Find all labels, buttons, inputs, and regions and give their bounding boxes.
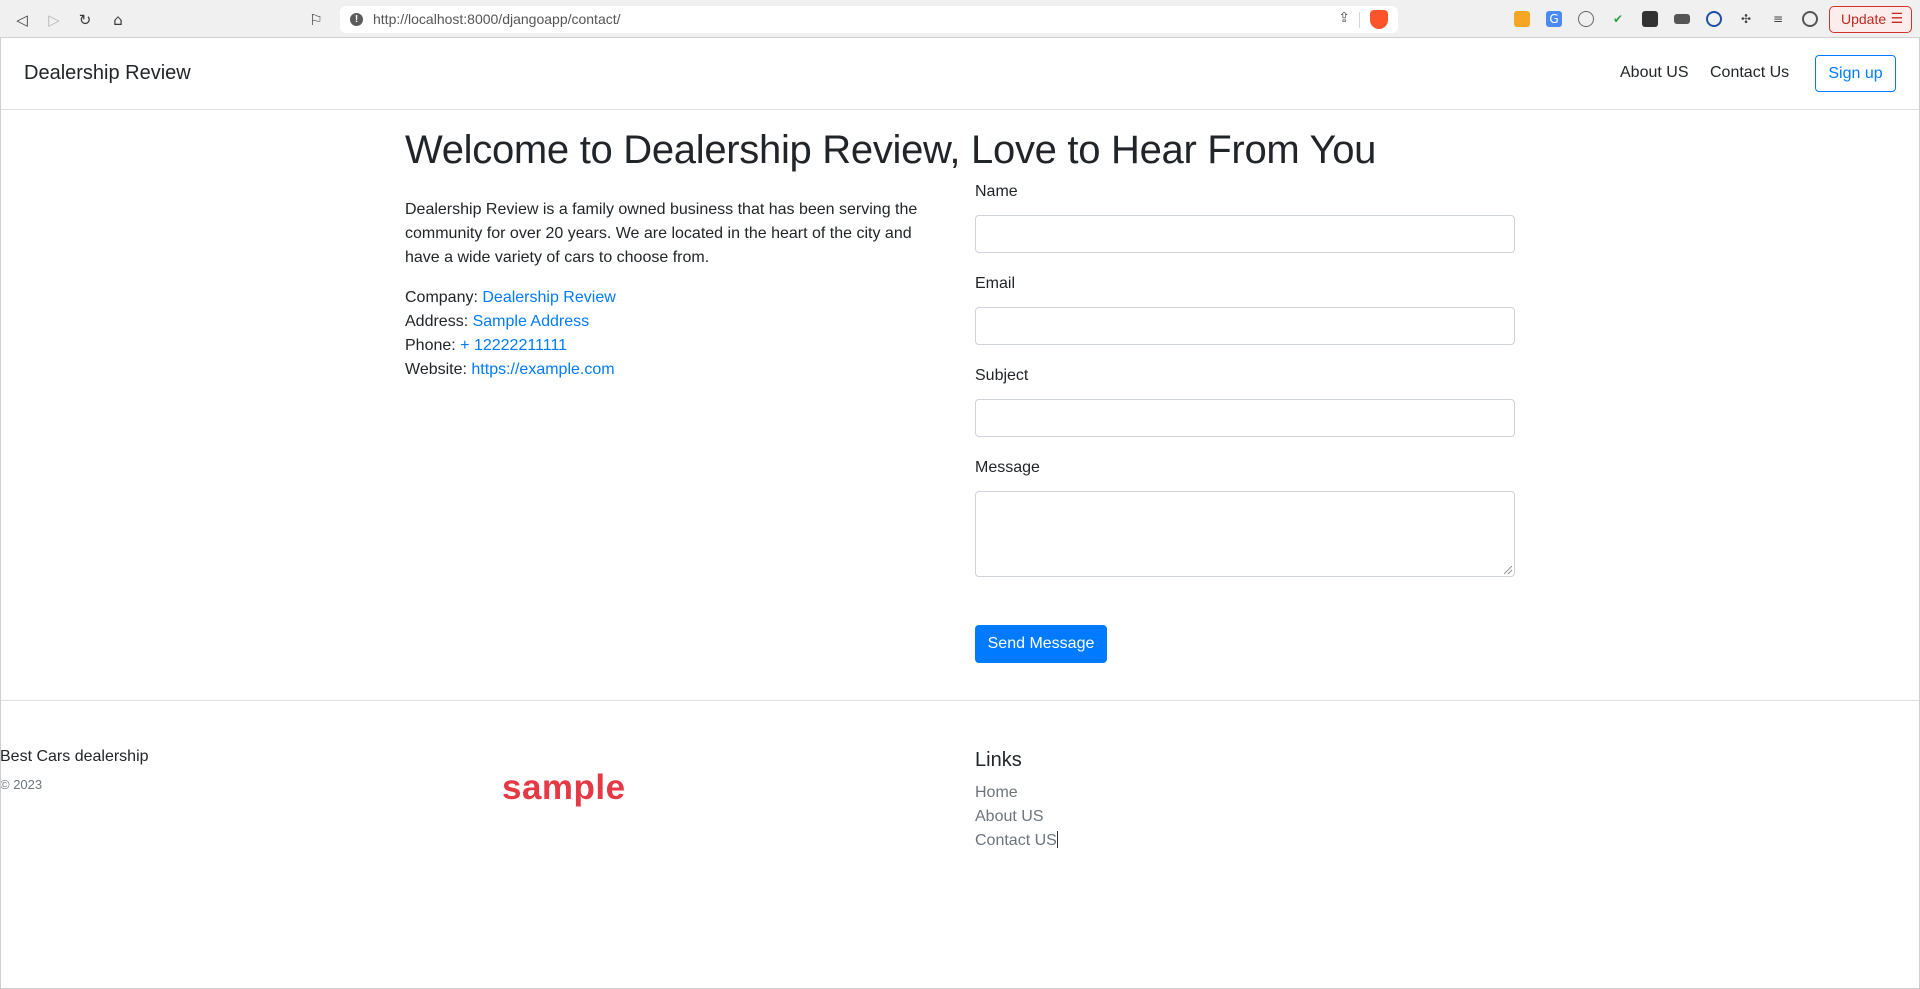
forward-icon: ▷ bbox=[48, 11, 60, 29]
extension-translate-icon[interactable]: G bbox=[1546, 11, 1562, 27]
site-info-icon[interactable]: ! bbox=[350, 13, 363, 26]
extension-password-icon[interactable] bbox=[1706, 11, 1722, 27]
contact-form: Name Email Subject Message Send Message bbox=[975, 183, 1515, 663]
sample-logo: sample bbox=[502, 768, 626, 807]
reload-icon[interactable]: ↻ bbox=[73, 8, 97, 32]
footer-copyright: © 2023 bbox=[0, 777, 43, 792]
email-label: Email bbox=[975, 275, 1016, 292]
footer-link-contact[interactable]: Contact US bbox=[975, 829, 1058, 853]
bookmark-icon[interactable]: ⚐ bbox=[304, 8, 328, 32]
signup-button[interactable]: Sign up bbox=[1815, 55, 1896, 92]
message-label: Message bbox=[975, 459, 1040, 476]
resize-handle-icon[interactable] bbox=[1504, 566, 1512, 574]
profile-icon[interactable] bbox=[1802, 11, 1818, 27]
address-label: Address: bbox=[405, 313, 473, 330]
footer-links: Home About US Contact US bbox=[975, 781, 1058, 853]
subject-label: Subject bbox=[975, 367, 1029, 384]
page-title: Welcome to Dealership Review, Love to He… bbox=[405, 128, 1377, 172]
update-label: Update bbox=[1841, 11, 1887, 27]
footer-link-about[interactable]: About US bbox=[975, 805, 1058, 829]
text-cursor bbox=[1056, 831, 1058, 848]
share-icon[interactable]: ⇪ bbox=[1338, 10, 1350, 26]
website-link[interactable]: https://example.com bbox=[471, 361, 614, 378]
phone-link[interactable]: + 12222211111 bbox=[460, 337, 567, 354]
message-textarea[interactable] bbox=[975, 491, 1515, 577]
extension-circle-icon[interactable] bbox=[1578, 11, 1594, 27]
address-bar[interactable]: ! http://localhost:8000/djangoapp/contac… bbox=[340, 6, 1398, 33]
extension-tag-icon[interactable] bbox=[1674, 14, 1690, 24]
playlist-icon[interactable]: ≡ bbox=[1770, 11, 1786, 27]
browser-toolbar: ◁ ▷ ↻ ⌂ ⚐ ! http://localhost:8000/django… bbox=[0, 0, 1920, 38]
footer-brand: Best Cars dealership bbox=[0, 748, 149, 765]
footer-links-title: Links bbox=[975, 749, 1022, 771]
intro-text: Dealership Review is a family owned busi… bbox=[405, 201, 918, 266]
company-link[interactable]: Dealership Review bbox=[482, 289, 615, 306]
company-info: Company: Dealership Review Address: Samp… bbox=[405, 286, 616, 382]
name-label: Name bbox=[975, 183, 1018, 200]
footer-link-home[interactable]: Home bbox=[975, 781, 1058, 805]
website-label: Website: bbox=[405, 361, 472, 378]
email-input[interactable] bbox=[975, 307, 1515, 345]
back-icon[interactable]: ◁ bbox=[10, 8, 34, 32]
website-row: Website: https://example.com bbox=[405, 358, 616, 382]
subject-input[interactable] bbox=[975, 399, 1515, 437]
footer-link-contact-label: Contact US bbox=[975, 832, 1057, 849]
company-row: Company: Dealership Review bbox=[405, 286, 616, 310]
url-text[interactable]: http://localhost:8000/djangoapp/contact/ bbox=[373, 11, 621, 27]
address-row: Address: Sample Address bbox=[405, 310, 616, 334]
name-input[interactable] bbox=[975, 215, 1515, 253]
menu-icon: ☰ bbox=[1890, 11, 1903, 27]
page-frame bbox=[0, 38, 1920, 989]
extension-cube-icon[interactable] bbox=[1642, 11, 1658, 27]
extension-notes-icon[interactable] bbox=[1514, 11, 1530, 27]
extension-check-icon[interactable]: ✔ bbox=[1610, 11, 1626, 27]
company-label: Company: bbox=[405, 289, 483, 306]
address-link[interactable]: Sample Address bbox=[473, 313, 590, 330]
navbar-brand[interactable]: Dealership Review bbox=[24, 62, 191, 85]
brave-shields-icon[interactable] bbox=[1370, 10, 1388, 29]
footer-divider bbox=[0, 700, 1920, 701]
send-message-button[interactable]: Send Message bbox=[975, 625, 1107, 663]
home-icon[interactable]: ⌂ bbox=[106, 8, 130, 32]
phone-row: Phone: + 12222211111 bbox=[405, 334, 616, 358]
divider bbox=[1359, 12, 1360, 28]
extensions-puzzle-icon[interactable]: ✣ bbox=[1738, 11, 1754, 27]
phone-label: Phone: bbox=[405, 337, 461, 354]
site-navbar: Dealership Review About US Contact Us Si… bbox=[0, 38, 1920, 110]
nav-link-about[interactable]: About US bbox=[1620, 64, 1688, 82]
nav-link-contact[interactable]: Contact Us bbox=[1710, 64, 1789, 82]
update-button[interactable]: Update ☰ bbox=[1829, 6, 1912, 33]
